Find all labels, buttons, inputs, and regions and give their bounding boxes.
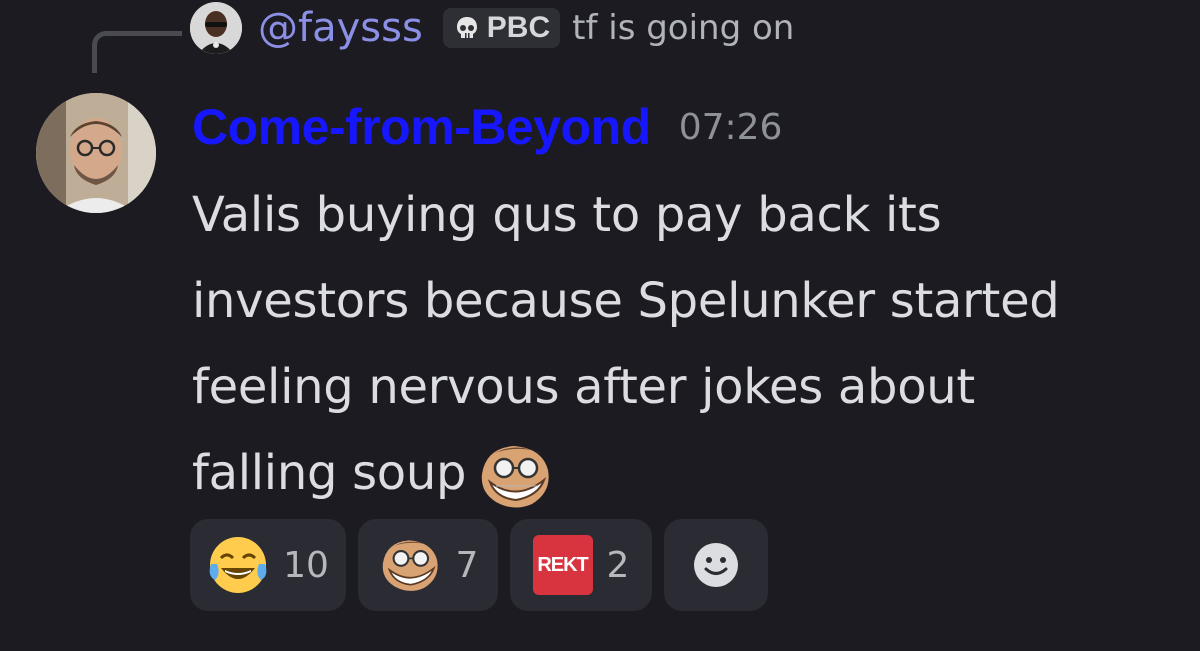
message-line-text: falling soup — [192, 445, 467, 501]
troll-glasses-emoji[interactable] — [476, 440, 554, 512]
message-line: investors because Spelunker started — [192, 273, 1060, 329]
add-reaction-button[interactable] — [664, 519, 768, 611]
server-tag[interactable]: PBC — [442, 8, 561, 48]
message-timestamp[interactable]: 07:26 — [679, 107, 783, 148]
message-line-last: falling soup — [192, 430, 1182, 516]
chat-message: @faysss PBC tf is going on Come-from-Bey… — [0, 0, 1200, 651]
author-avatar[interactable] — [36, 93, 156, 213]
message-line: feeling nervous after jokes about — [192, 359, 975, 415]
reply-avatar[interactable] — [190, 2, 242, 54]
message-line: Valis buying qus to pay back its — [192, 187, 942, 243]
message-header: Come-from-Beyond 07:26 — [192, 96, 782, 158]
author-username[interactable]: Come-from-Beyond — [192, 98, 651, 156]
rekt-emoji: REKT — [532, 535, 593, 595]
reaction-rekt[interactable]: REKT 2 — [510, 519, 652, 611]
reply-text[interactable]: tf is going on — [572, 8, 794, 48]
reaction-bar: 10 7 REKT 2 — [190, 519, 768, 611]
troll-glasses-emoji — [382, 540, 438, 591]
joy-emoji — [209, 537, 267, 593]
skull-icon — [456, 17, 477, 38]
reaction-count: 10 — [283, 544, 329, 586]
smiley-add-icon — [694, 543, 738, 587]
reaction-count: 7 — [455, 544, 479, 586]
reaction-joy[interactable]: 10 — [190, 519, 346, 611]
reaction-troll[interactable]: 7 — [358, 519, 498, 611]
server-tag-label: PBC — [486, 11, 551, 44]
reaction-count: 2 — [606, 544, 630, 586]
message-content: Valis buying qus to pay back its investo… — [192, 172, 1182, 516]
reply-preview[interactable]: @faysss PBC tf is going on — [190, 0, 794, 56]
reply-connector-line — [92, 31, 182, 73]
reply-username[interactable]: @faysss — [258, 5, 423, 51]
